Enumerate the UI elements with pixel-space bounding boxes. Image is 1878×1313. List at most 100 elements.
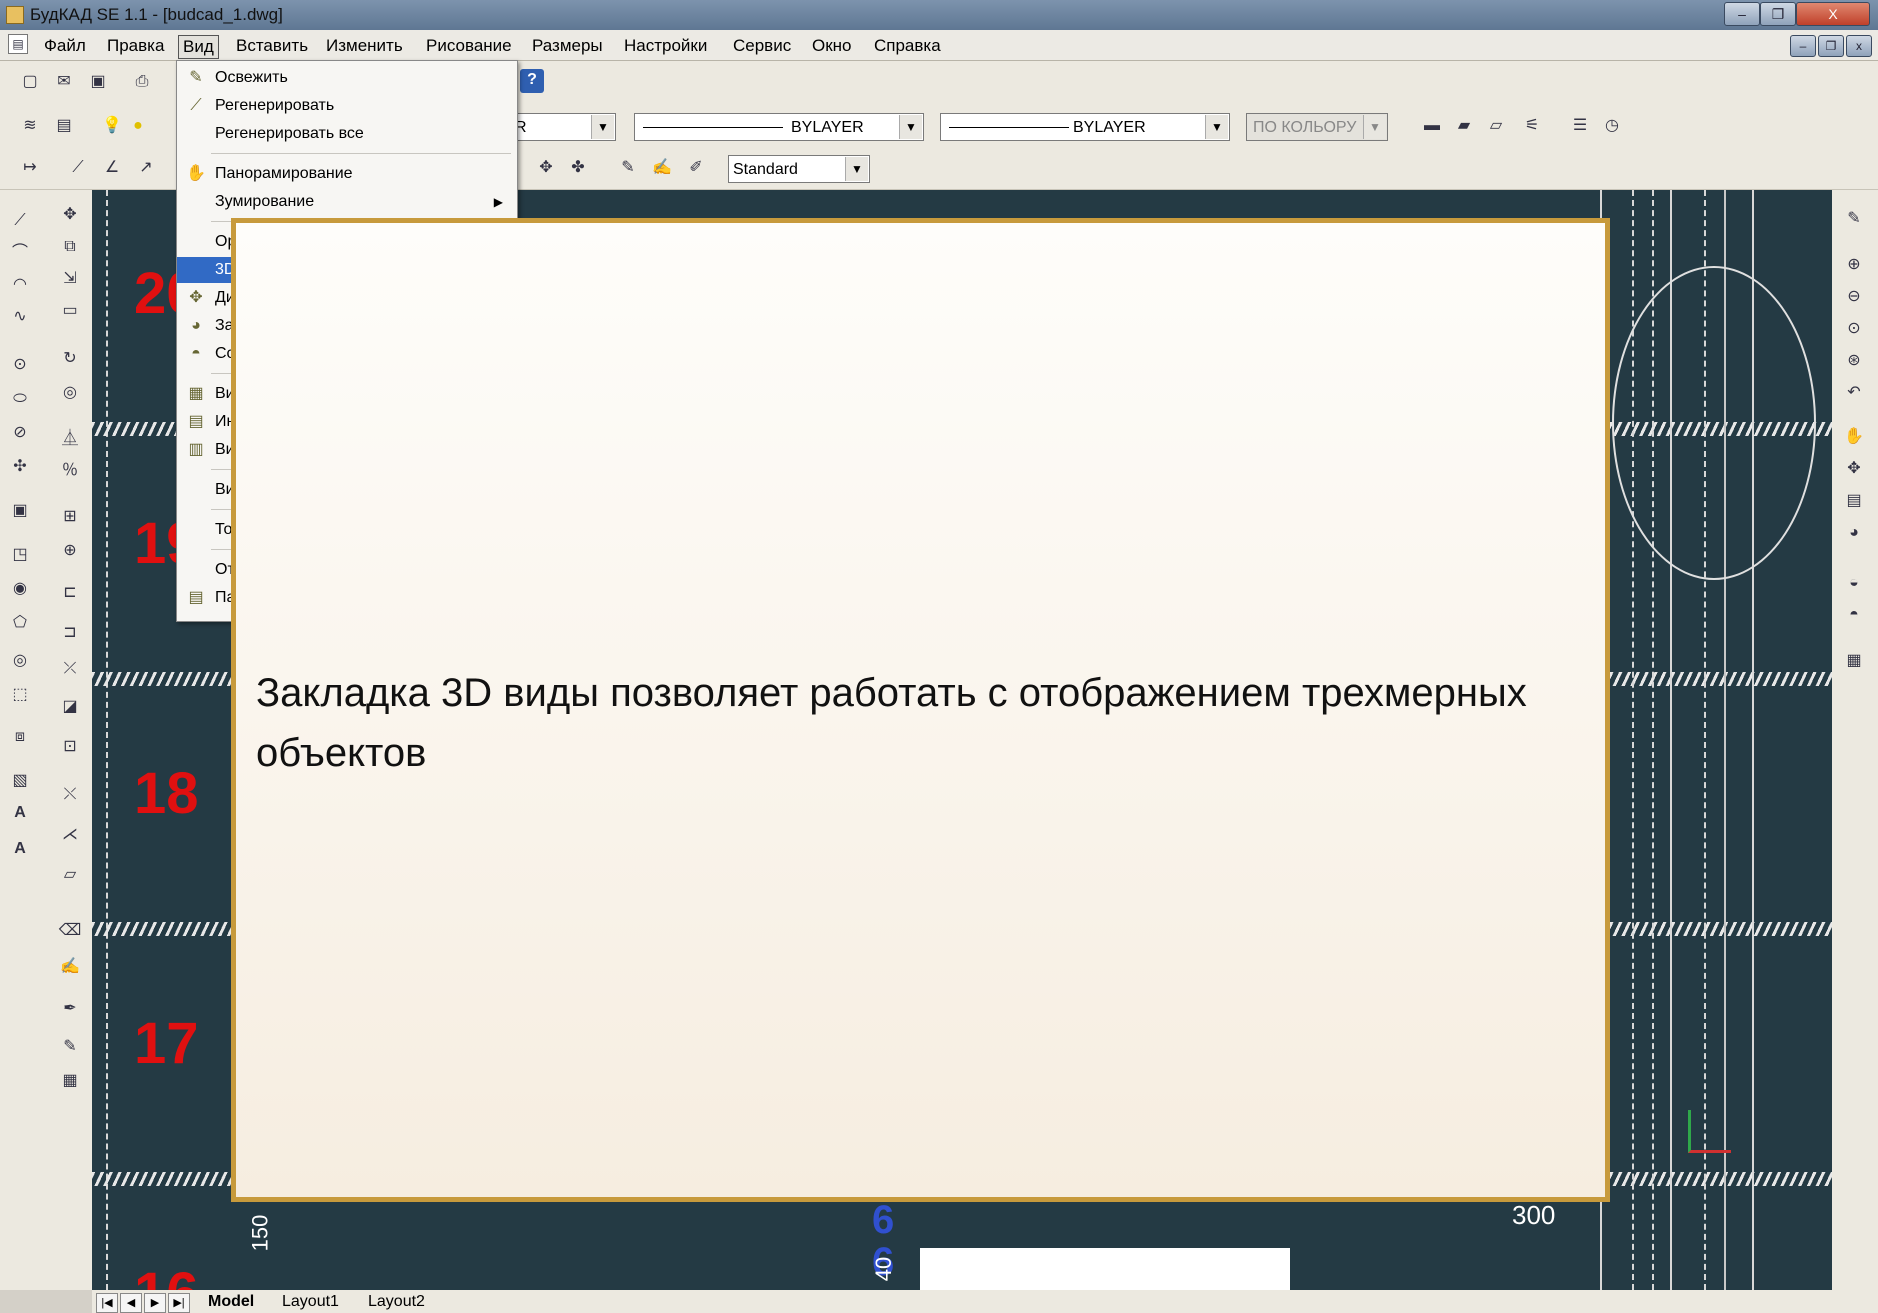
bulb-icon[interactable]: 💡	[100, 115, 124, 137]
polyline-icon[interactable]: ⌒	[8, 242, 32, 264]
first-tab-icon[interactable]: |◀	[96, 1293, 118, 1313]
zoom-out-icon[interactable]: ⊖	[1842, 286, 1866, 308]
circle-icon[interactable]: ⊙	[8, 354, 32, 376]
tab-layout1[interactable]: Layout1	[282, 1293, 339, 1311]
dimension-update-icon[interactable]: ✤	[566, 157, 590, 179]
scale-icon[interactable]: ％	[58, 460, 82, 482]
last-tab-icon[interactable]: ▶|	[168, 1293, 190, 1313]
insert-block-icon[interactable]: ⧈	[8, 726, 32, 748]
shade-icon[interactable]: ◒	[1842, 572, 1866, 594]
block-icon[interactable]: ⬚	[8, 684, 32, 706]
layers-icon[interactable]: ≋	[18, 115, 42, 137]
menu-insert[interactable]: Вставить	[232, 35, 312, 57]
3d-orbit-icon[interactable]: ◎	[58, 382, 82, 404]
rotate-icon[interactable]: ↻	[58, 348, 82, 370]
3d-orbit-icon[interactable]: ✥	[1842, 458, 1866, 480]
match-properties-icon[interactable]: ✒	[58, 998, 82, 1020]
calculator-icon[interactable]: ▦	[58, 1070, 82, 1092]
print-icon[interactable]: ⎙	[130, 71, 154, 93]
doc-close-button[interactable]: x	[1846, 35, 1872, 57]
polygon-icon[interactable]: ⬠	[8, 612, 32, 634]
lineweight-icon[interactable]: ▰	[1452, 115, 1476, 137]
text-icon[interactable]: A	[8, 802, 32, 824]
line-icon[interactable]: ⟋	[8, 210, 32, 232]
trim-icon[interactable]: ⊏	[58, 582, 82, 604]
chamfer-icon[interactable]: ◪	[58, 696, 82, 718]
tab-model[interactable]: Model	[208, 1293, 254, 1311]
zoom-in-icon[interactable]: ⊕	[1842, 254, 1866, 276]
fillet-icon[interactable]: ⊡	[58, 736, 82, 758]
text-dimension-icon[interactable]: ↗	[134, 157, 158, 179]
new-file-icon[interactable]: ▢	[18, 71, 42, 93]
menu-window[interactable]: Окно	[808, 35, 856, 57]
copy-icon[interactable]: ⧉	[58, 236, 82, 258]
save-icon[interactable]: ▣	[86, 71, 110, 93]
tab-layout2[interactable]: Layout2	[368, 1293, 425, 1311]
aligned-dimension-icon[interactable]: ⟋	[66, 157, 90, 179]
array-icon[interactable]: ⊞	[58, 506, 82, 528]
clock-icon[interactable]: ◷	[1600, 115, 1624, 137]
region-icon[interactable]: ✣	[8, 456, 32, 478]
dimension-style-combo[interactable]: Standard ▼	[728, 155, 870, 183]
menu-draw[interactable]: Рисование	[422, 35, 516, 57]
menu-service[interactable]: Сервис	[729, 35, 795, 57]
edit-text-icon[interactable]: ✍	[58, 956, 82, 978]
linear-dimension-icon[interactable]: ↦	[18, 157, 42, 179]
dimension-edit-icon[interactable]: ✥	[534, 157, 558, 179]
camera-icon[interactable]: ◕	[1842, 522, 1866, 544]
sun-icon[interactable]: ●	[126, 115, 150, 137]
menu-item-regenerate[interactable]: ⟋ Регенерировать	[177, 93, 515, 119]
menu-dimensions[interactable]: Размеры	[528, 35, 607, 57]
donut-icon[interactable]: ◉	[8, 578, 32, 600]
close-button[interactable]: X	[1796, 2, 1870, 26]
prev-tab-icon[interactable]: ◀	[120, 1293, 142, 1313]
angular-dimension-icon[interactable]: ∠	[100, 157, 124, 179]
style-override-icon[interactable]: ✍	[650, 157, 674, 179]
menu-modify[interactable]: Изменить	[322, 35, 407, 57]
menu-item-pan[interactable]: ✋ Панорамирование	[177, 161, 515, 187]
layer-combo[interactable]: R ▼	[510, 113, 616, 141]
pan-icon[interactable]: ✋	[1842, 426, 1866, 448]
style-update-icon[interactable]: ✐	[684, 157, 708, 179]
explode-icon[interactable]: ⤬	[58, 784, 82, 806]
doc-minimize-button[interactable]: –	[1790, 35, 1816, 57]
ring-icon[interactable]: ◎	[8, 650, 32, 672]
chevron-down-icon[interactable]: ▼	[1205, 115, 1228, 139]
chevron-down-icon[interactable]: ▼	[845, 157, 868, 181]
chevron-down-icon[interactable]: ▼	[591, 115, 614, 139]
linetype-combo[interactable]: BYLAYER ▼	[634, 113, 924, 141]
app-icon[interactable]	[6, 6, 24, 24]
stretch-icon[interactable]: ⇲	[58, 268, 82, 290]
menu-edit[interactable]: Правка	[103, 35, 168, 57]
menu-settings[interactable]: Настройки	[620, 35, 711, 57]
mirror-icon[interactable]: ⏅	[58, 428, 82, 450]
arc-icon[interactable]: ◠	[8, 274, 32, 296]
spline-icon[interactable]: ∿	[8, 306, 32, 328]
box-icon[interactable]: ◳	[8, 544, 32, 566]
zoom-all-icon[interactable]: ⊛	[1842, 350, 1866, 372]
color-combo[interactable]: ПО КОЛЬОРУ ▼	[1246, 113, 1388, 141]
menu-item-regenerate-all[interactable]: Регенерировать все	[177, 121, 515, 147]
minimize-button[interactable]: –	[1724, 2, 1760, 26]
extend-icon[interactable]: ⊐	[58, 622, 82, 644]
hatch-icon[interactable]: ⊘	[8, 422, 32, 444]
document-icon[interactable]: ▤	[8, 34, 28, 54]
viewports-icon[interactable]: ▦	[1842, 650, 1866, 672]
help-icon[interactable]: ?	[520, 69, 544, 93]
list-icon[interactable]: ☰	[1568, 115, 1592, 137]
erase-icon[interactable]: ⌫	[58, 920, 82, 942]
style-edit-icon[interactable]: ✎	[616, 157, 640, 179]
mtext-icon[interactable]: A	[8, 838, 32, 860]
join-icon[interactable]: ▱	[58, 864, 82, 886]
menu-item-zoom[interactable]: Зумирование ▶	[177, 189, 515, 215]
restore-button[interactable]: ❐	[1760, 2, 1796, 26]
layer-state-icon[interactable]: ▤	[52, 115, 76, 137]
ellipse-icon[interactable]: ⬭	[8, 388, 32, 410]
properties-icon[interactable]: ⚟	[1520, 115, 1544, 137]
wipeout-icon[interactable]: ▧	[8, 770, 32, 792]
move-icon[interactable]: ✥	[58, 204, 82, 226]
zoom-previous-icon[interactable]: ↶	[1842, 382, 1866, 404]
doc-restore-button[interactable]: ❐	[1818, 35, 1844, 57]
render-icon[interactable]: ◓	[1842, 604, 1866, 626]
zoom-window-icon[interactable]: ⊙	[1842, 318, 1866, 340]
